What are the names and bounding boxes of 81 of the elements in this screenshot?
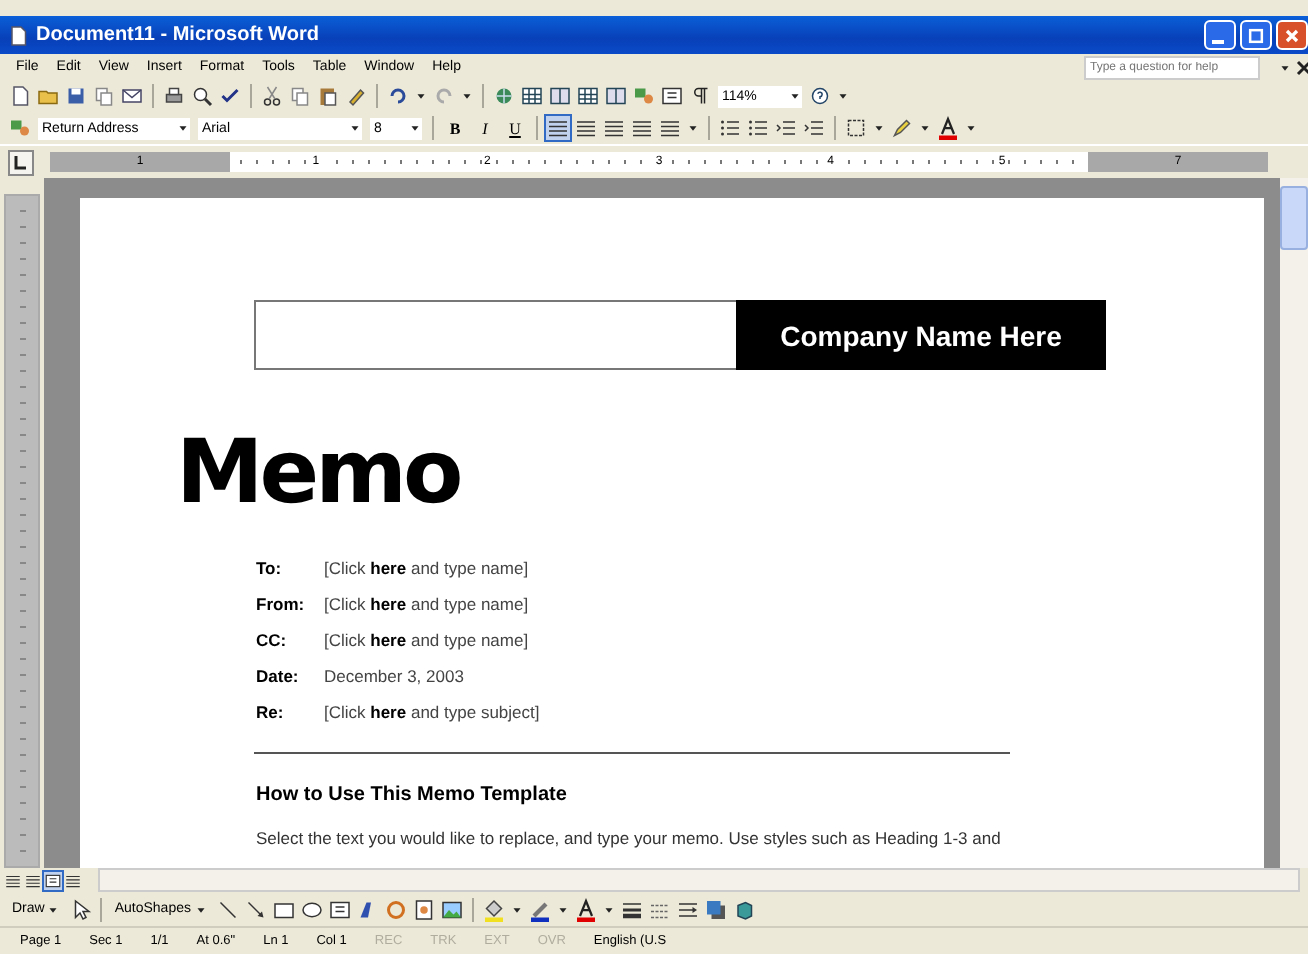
increase-indent-icon[interactable] <box>802 116 826 140</box>
caret-icon[interactable] <box>872 120 886 136</box>
company-name-banner: Company Name Here <box>736 300 1106 370</box>
rectangle-icon[interactable] <box>271 897 295 921</box>
center-icon[interactable] <box>574 116 598 140</box>
horizontal-scrollbar[interactable] <box>98 868 1300 892</box>
justify-icon[interactable] <box>630 116 654 140</box>
highlight-icon[interactable] <box>890 116 914 140</box>
caret-icon[interactable] <box>348 120 362 136</box>
cut-icon[interactable] <box>260 84 284 108</box>
close-button[interactable] <box>1276 20 1308 50</box>
align-left-icon[interactable] <box>546 116 570 140</box>
spelling-icon[interactable] <box>218 84 242 108</box>
field-value[interactable]: December 3, 2003 <box>324 664 464 688</box>
memo-title: Memo <box>176 426 462 522</box>
line-spacing-icon[interactable] <box>658 116 682 140</box>
save-icon[interactable] <box>64 84 88 108</box>
align-right-icon[interactable] <box>602 116 626 140</box>
line-color-icon[interactable] <box>527 897 551 921</box>
line-style-icon[interactable] <box>619 897 643 921</box>
print-preview-icon[interactable] <box>190 84 214 108</box>
columns-icon[interactable] <box>604 84 628 108</box>
field-value[interactable]: [Click here and type subject] <box>324 700 540 724</box>
field-value[interactable]: [Click here and type name] <box>324 556 529 580</box>
bold-button[interactable]: B <box>442 115 468 141</box>
section-heading: How to Use This Memo Template <box>256 784 569 806</box>
window-title: Document11 - Microsoft Word <box>36 24 321 46</box>
field-value[interactable]: [Click here and type name] <box>324 592 529 616</box>
decrease-indent-icon[interactable] <box>774 116 798 140</box>
undo-icon[interactable] <box>386 84 410 108</box>
document-icon <box>6 23 30 47</box>
caret-icon[interactable] <box>460 88 474 104</box>
spreadsheet-icon[interactable] <box>576 84 600 108</box>
minimize-icon <box>1212 39 1224 43</box>
field-value[interactable]: [Click here and type name] <box>324 628 529 652</box>
field-label: Date: <box>256 664 301 688</box>
caret-icon[interactable] <box>788 88 802 104</box>
arrow-icon[interactable] <box>243 897 267 921</box>
pilcrow-icon[interactable] <box>688 84 712 108</box>
oval-icon[interactable] <box>299 897 323 921</box>
format-painter-icon[interactable] <box>344 84 368 108</box>
new-document-icon[interactable] <box>8 84 32 108</box>
paste-icon[interactable] <box>316 84 340 108</box>
normal-view-icon[interactable] <box>4 871 22 889</box>
caret-icon[interactable] <box>176 120 190 136</box>
field-label: Re: <box>256 700 286 724</box>
window-icon[interactable] <box>548 84 572 108</box>
vertical-scrollbar[interactable] <box>1280 178 1308 868</box>
scroll-thumb[interactable] <box>1280 186 1308 250</box>
line-icon[interactable] <box>215 897 239 921</box>
text-box-icon[interactable] <box>327 897 351 921</box>
caret-icon[interactable] <box>918 120 932 136</box>
underline-button[interactable]: U <box>502 115 528 141</box>
help-icon[interactable] <box>808 84 832 108</box>
maximize-button[interactable] <box>1240 20 1272 50</box>
tab-selector-icon[interactable] <box>8 149 34 175</box>
field-label: To: <box>256 556 284 580</box>
email-icon[interactable] <box>120 84 144 108</box>
caret-icon[interactable] <box>964 120 978 136</box>
close-icon <box>1282 25 1302 45</box>
print-layout-icon[interactable] <box>44 871 62 889</box>
caret-icon[interactable] <box>836 88 850 104</box>
numbering-icon[interactable] <box>718 116 742 140</box>
font-color-icon[interactable] <box>573 897 597 921</box>
picture-icon[interactable] <box>439 897 463 921</box>
caret-icon[interactable] <box>686 120 700 136</box>
italic-button[interactable]: I <box>472 115 498 141</box>
field-label: From: <box>256 592 307 616</box>
maximize-icon <box>1246 25 1266 45</box>
font-color-icon[interactable] <box>936 116 960 140</box>
bullets-icon[interactable] <box>746 116 770 140</box>
minimize-button[interactable] <box>1204 20 1236 50</box>
body-paragraph: Select the text you would like to replace, and type your memo. Use styles such as Heading 1-3 and <box>256 828 1003 848</box>
table-icon[interactable] <box>520 84 544 108</box>
fill-color-icon[interactable] <box>481 897 505 921</box>
field-label: CC: <box>256 628 289 652</box>
border-icon[interactable] <box>844 116 868 140</box>
shadow-icon[interactable] <box>703 897 727 921</box>
arrow-style-icon[interactable] <box>675 897 699 921</box>
print-icon[interactable] <box>162 84 186 108</box>
text-box[interactable] <box>254 300 736 370</box>
